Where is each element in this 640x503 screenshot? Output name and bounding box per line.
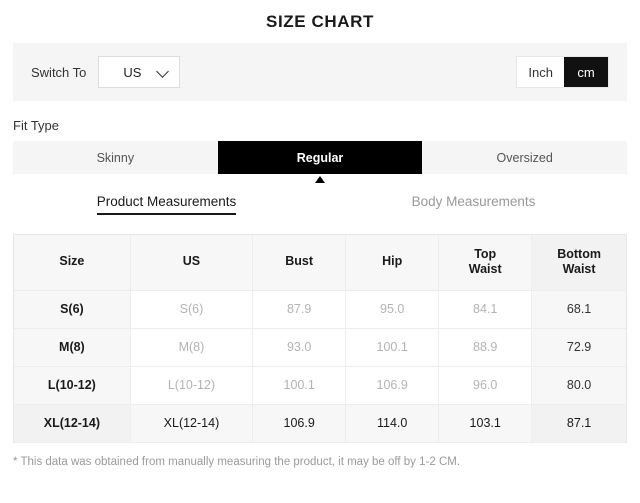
cell-bottom-waist: 87.1 (531, 404, 626, 443)
tab-product-measurements[interactable]: Product Measurements (13, 194, 320, 219)
measurement-tabs: Product Measurements Body Measurements (13, 194, 627, 219)
cell-size: S(6) (14, 290, 131, 329)
region-select-value: US (123, 64, 142, 80)
cell-hip: 95.0 (345, 290, 440, 329)
cell-size: M(8) (14, 328, 131, 367)
switch-to-label: Switch To (31, 64, 87, 80)
page-title: SIZE CHART (266, 12, 374, 31)
fit-option-skinny[interactable]: Skinny (13, 141, 218, 174)
cell-us: L(10-12) (130, 366, 254, 405)
column-header-top-waist-line-2: Waist (468, 262, 502, 277)
region-select[interactable]: US (98, 56, 181, 88)
fit-caret-row (13, 174, 627, 185)
fit-type-label: Fit Type (13, 118, 60, 133)
size-table-head: Size US Bust Hip Top Waist Bottom Waist (14, 235, 626, 291)
size-table: Size US Bust Hip Top Waist Bottom Waist … (14, 235, 626, 443)
cell-bust: 93.0 (252, 328, 347, 367)
cell-top-waist: 103.1 (438, 404, 533, 443)
column-header-bust[interactable]: Bust (252, 235, 347, 291)
cell-bottom-waist: 80.0 (531, 366, 626, 405)
fit-option-regular[interactable]: Regular (217, 141, 423, 174)
column-header-hip-line-1: Hip (382, 254, 403, 269)
cell-hip: 100.1 (345, 328, 440, 367)
chevron-down-icon (156, 65, 170, 78)
column-header-top-waist-line-1: Top (474, 246, 497, 261)
unit-toggle: Inch cm (516, 56, 609, 88)
size-table-wrapper: Size US Bust Hip Top Waist Bottom Waist … (13, 234, 627, 443)
table-row[interactable]: S(6) S(6) 87.9 95.0 84.1 68.1 (14, 290, 626, 329)
unit-cm-button[interactable]: cm (564, 57, 608, 87)
column-header-bust-line-1: Bust (285, 254, 314, 269)
cell-bust: 106.9 (252, 404, 347, 443)
cell-us: M(8) (130, 328, 254, 367)
table-header-row: Size US Bust Hip Top Waist Bottom Waist (14, 235, 626, 291)
cell-hip: 114.0 (345, 404, 440, 443)
cell-top-waist: 88.9 (438, 328, 533, 367)
column-header-hip[interactable]: Hip (345, 235, 440, 291)
column-header-size-line-1: Size (59, 254, 85, 269)
size-chart-page: SIZE CHART Switch To US Inch cm Fit Type… (0, 0, 640, 503)
cell-top-waist: 84.1 (438, 290, 533, 329)
column-header-top-waist[interactable]: Top Waist (438, 235, 533, 291)
unit-switch-bar: Switch To US Inch cm (13, 43, 627, 101)
column-header-us[interactable]: US (130, 235, 254, 291)
cell-us: S(6) (130, 290, 254, 329)
column-header-bottom-waist-line-2: Waist (562, 262, 596, 277)
cell-bottom-waist: 68.1 (531, 290, 626, 329)
table-row[interactable]: XL(12-14) XL(12-14) 106.9 114.0 103.1 87… (14, 404, 626, 443)
cell-hip: 106.9 (345, 366, 440, 405)
tab-body-measurements-label: Body Measurements (411, 194, 536, 209)
cell-bust: 87.9 (252, 290, 347, 329)
unit-inch-button[interactable]: Inch (517, 57, 564, 87)
tab-body-measurements[interactable]: Body Measurements (320, 194, 627, 219)
cell-us: XL(12-14) (130, 404, 254, 443)
tab-product-measurements-label: Product Measurements (96, 194, 237, 215)
column-header-size[interactable]: Size (14, 235, 131, 291)
column-header-us-line-1: US (182, 254, 201, 269)
table-row[interactable]: M(8) M(8) 93.0 100.1 88.9 72.9 (14, 328, 626, 367)
measurement-disclaimer: * This data was obtained from manually m… (13, 455, 461, 468)
fit-type-segmented-control: Skinny Regular Oversized (13, 141, 628, 174)
column-header-bottom-waist-line-1: Bottom (557, 246, 601, 261)
column-header-bottom-waist[interactable]: Bottom Waist (531, 235, 626, 291)
fit-option-oversized[interactable]: Oversized (422, 141, 628, 174)
cell-size: L(10-12) (14, 366, 131, 405)
cell-bust: 100.1 (252, 366, 347, 405)
cell-top-waist: 96.0 (438, 366, 533, 405)
cell-bottom-waist: 72.9 (531, 328, 626, 367)
cell-size: XL(12-14) (14, 404, 131, 443)
caret-up-icon (315, 176, 325, 183)
table-row[interactable]: L(10-12) L(10-12) 100.1 106.9 96.0 80.0 (14, 366, 626, 405)
size-table-body: S(6) S(6) 87.9 95.0 84.1 68.1 M(8) M(8) … (14, 290, 626, 443)
